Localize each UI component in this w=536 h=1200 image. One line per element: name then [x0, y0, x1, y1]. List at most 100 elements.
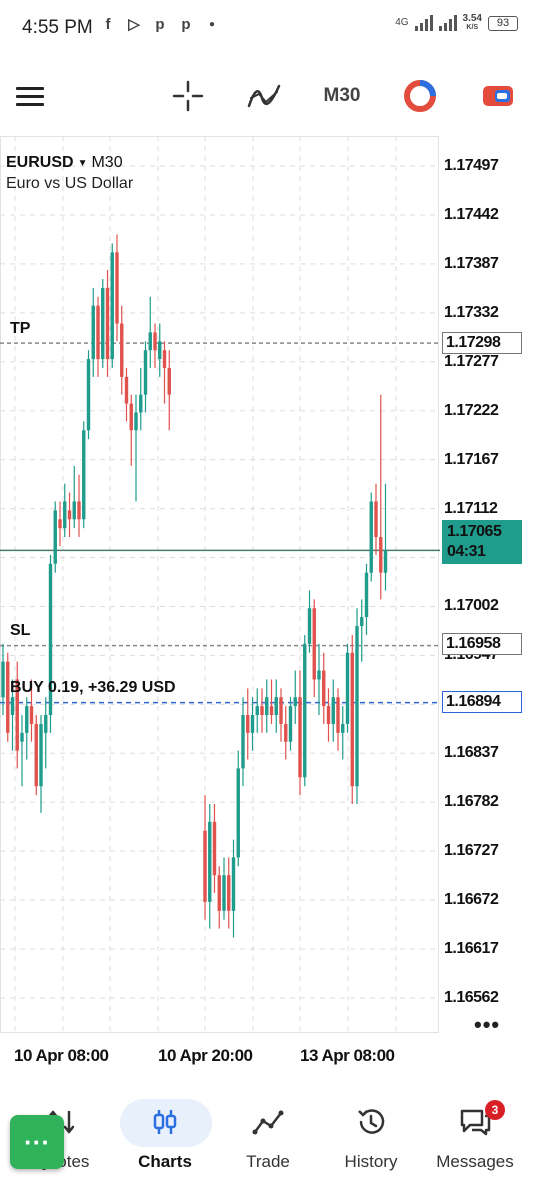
candle-body [153, 332, 157, 351]
candle-body [139, 394, 143, 413]
p-app-icon: p [181, 16, 191, 33]
position-label[interactable]: BUY 0.19, +36.29 USD [10, 679, 176, 697]
candle-body [6, 661, 10, 733]
candle-body [265, 697, 269, 716]
price-axis-label: 1.17332 [444, 303, 499, 321]
menu-icon[interactable] [12, 76, 48, 116]
timeframe-button[interactable]: M30 [316, 76, 368, 116]
candle-body [231, 857, 236, 911]
chat-dots-icon[interactable]: ··· [10, 1115, 64, 1169]
position-price: 1.16894 [442, 691, 522, 713]
price-axis-label: 1.17002 [444, 597, 499, 615]
candle-body [341, 723, 345, 733]
candle-body [77, 501, 81, 520]
nav-trade[interactable]: Trade [218, 1098, 318, 1178]
nav-messages[interactable]: 3 Messages [425, 1098, 525, 1178]
candle-body [86, 359, 91, 431]
dot-icon: ● [208, 19, 216, 30]
candle-body [134, 412, 138, 431]
more-icon[interactable]: ••• [474, 1012, 500, 1038]
candle-body [44, 715, 48, 733]
price-axis-label: 1.16727 [444, 842, 499, 860]
stop-loss-price: 1.16958 [442, 633, 522, 655]
candle-body [1, 661, 5, 698]
symbol-name: EURUSD [6, 154, 74, 171]
take-profit-label[interactable]: TP [10, 320, 30, 338]
price-axis-label: 1.17167 [444, 450, 499, 468]
price-axis-label: 1.17442 [444, 205, 499, 223]
candle-body [67, 510, 72, 520]
candle-body [96, 305, 100, 360]
time-label: 10 Apr 20:00 [158, 1046, 253, 1065]
candle-body [355, 626, 359, 787]
indicators-icon[interactable] [244, 76, 284, 116]
candle-body [162, 350, 167, 368]
stop-loss-label[interactable]: SL [10, 622, 30, 640]
candle-body [208, 821, 212, 902]
speed-value: 3.54 [462, 13, 482, 24]
candle-body [63, 501, 67, 529]
candle-body [374, 501, 378, 538]
history-icon [321, 1098, 421, 1146]
candle-body [379, 537, 383, 573]
candle-body [72, 501, 76, 520]
candle-body [58, 519, 62, 529]
status-time: 4:55 PM [22, 17, 93, 38]
candle-body [312, 608, 316, 680]
candle-body [241, 715, 245, 769]
nav-history-label: History [344, 1152, 398, 1171]
price-axis-label: 1.16617 [444, 940, 499, 958]
candle-body [25, 706, 29, 733]
candle-body [303, 643, 307, 778]
candle-body [336, 697, 340, 733]
price-axis-label: 1.16837 [444, 744, 499, 762]
bar-countdown: 04:31 [447, 543, 486, 560]
trade-toggle-icon[interactable] [400, 76, 440, 116]
candle-body [91, 305, 95, 360]
candle-body [288, 706, 293, 742]
nav-history[interactable]: History [321, 1098, 421, 1178]
candle-body [293, 697, 297, 707]
candle-body [383, 550, 388, 573]
one-click-trading-icon[interactable] [478, 76, 518, 116]
network-type: 4G [395, 17, 409, 28]
crosshair-icon[interactable] [168, 76, 208, 116]
candle-body [39, 723, 43, 787]
candle-body [260, 706, 264, 716]
current-price-box: 1.17065 04:31 [442, 520, 522, 564]
price-axis-label: 1.17387 [444, 254, 499, 272]
candle-body [246, 715, 250, 733]
candle-body [167, 367, 171, 395]
price-axis-label: 1.17112 [444, 499, 498, 517]
price-axis-label: 1.17222 [444, 401, 499, 419]
candle-body [360, 617, 364, 627]
candle-body [331, 697, 335, 724]
candle-body [212, 821, 217, 876]
candle-body [317, 670, 321, 680]
candle-body [34, 723, 38, 787]
take-profit-price: 1.17298 [442, 332, 522, 354]
nav-charts[interactable]: Charts [115, 1098, 215, 1178]
symbol-header[interactable]: EURUSD ▼ M30 [6, 154, 123, 172]
candle-body [158, 341, 162, 360]
candle-body [274, 697, 278, 716]
candle-body [10, 697, 15, 716]
time-label: 10 Apr 08:00 [14, 1046, 109, 1065]
candle-body [350, 652, 354, 787]
candle-body [236, 768, 240, 858]
candle-body [110, 252, 114, 360]
current-price: 1.17065 [447, 523, 502, 540]
speed-unit: K/S [466, 24, 479, 31]
candle-body [345, 652, 350, 724]
candle-body [222, 875, 226, 911]
price-chart[interactable]: EURUSD ▼ M30 Euro vs US Dollar 1.17497 1.… [0, 136, 536, 1080]
candle-body [129, 403, 133, 431]
charts-icon [115, 1098, 215, 1146]
status-bar: 4:55 PM f ▷ p p ● 4G 3.54 K/S 93 [0, 0, 536, 56]
bottom-navigation: Quotes Charts Trade History 3 Messages [0, 1090, 536, 1200]
signal-icon [438, 15, 457, 31]
price-axis-label: 1.16562 [444, 989, 499, 1006]
symbol-timeframe: M30 [91, 154, 123, 171]
p-app-icon: p [155, 16, 165, 33]
candle-body [105, 287, 110, 360]
